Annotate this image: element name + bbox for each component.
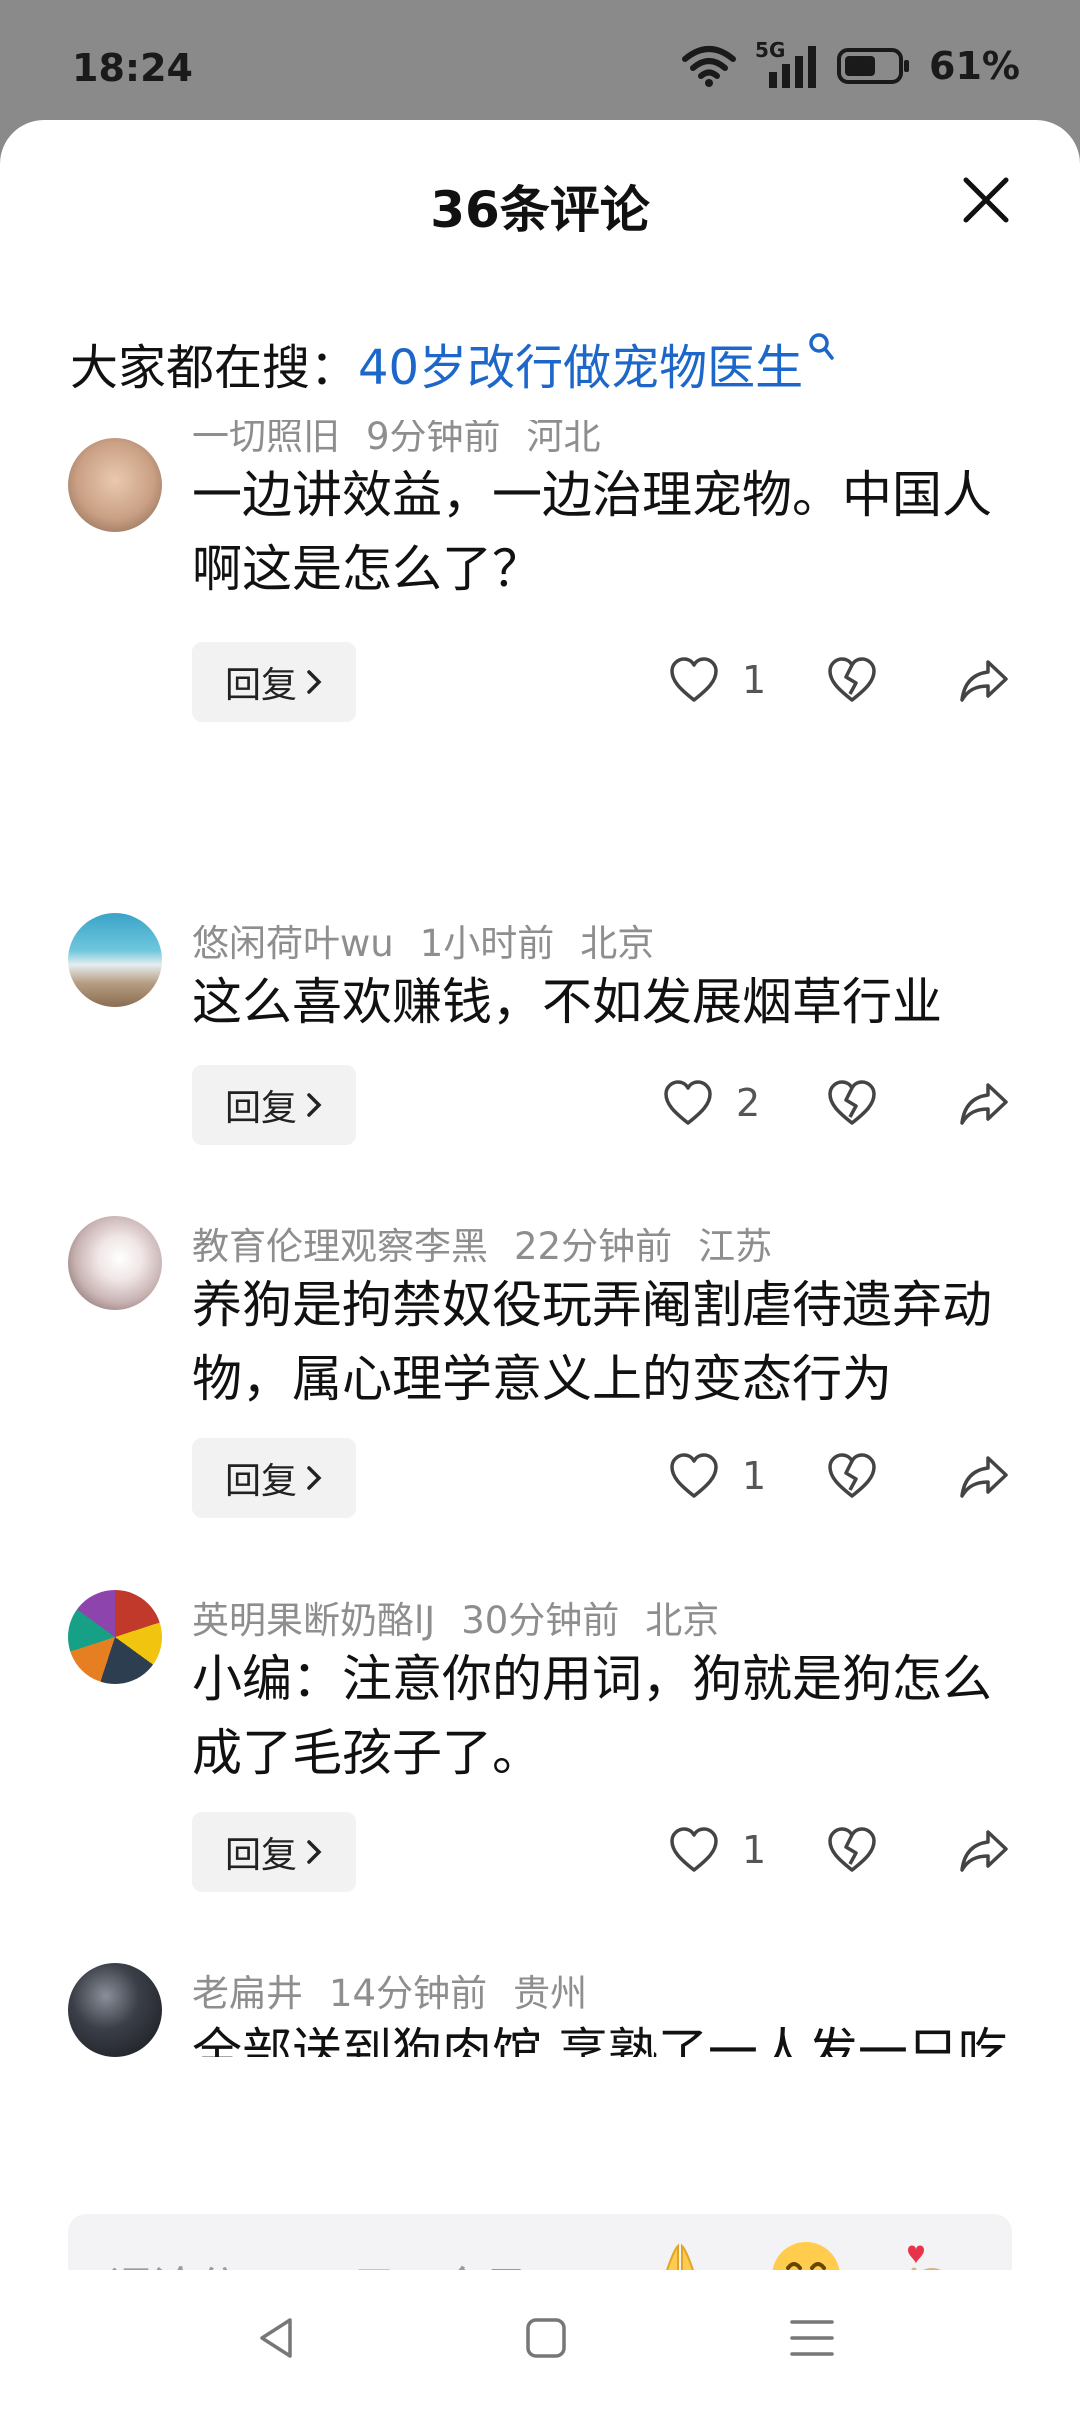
comment-text: 养狗是拘禁奴役玩弄阉割虐待遗弃动物，属心理学意义上的变态行为 bbox=[192, 1276, 992, 1408]
like-button[interactable]: 1 bbox=[668, 656, 766, 704]
comment-actions: 1 bbox=[0, 1438, 1080, 1518]
system-navigation-bar bbox=[0, 2270, 1080, 2412]
status-icons: 5G 61% bbox=[681, 38, 1020, 88]
comment-location: 河北 bbox=[526, 420, 601, 458]
broken-heart-icon[interactable] bbox=[826, 1452, 878, 1500]
back-nav-icon[interactable] bbox=[254, 2314, 298, 2362]
like-button[interactable]: 1 bbox=[668, 1452, 766, 1500]
comment-text: 全部送到狗肉馆 烹熟了一人发一只吃 bbox=[192, 2023, 1008, 2057]
comment-text: 这么喜欢赚钱，不如发展烟草行业 bbox=[192, 973, 942, 1031]
battery-percent: 61% bbox=[929, 44, 1020, 88]
comment-time: 30分钟前 bbox=[461, 1599, 620, 1642]
comment-list[interactable]: 一切照旧 9分钟前 河北 一边讲效益，一边治理宠物。中国人啊这是怎么了？ 回复 1 … bbox=[0, 420, 1080, 2057]
cellular-5g-icon: 5G bbox=[755, 38, 819, 88]
status-time: 18:24 bbox=[72, 46, 193, 90]
comment-actions: 2 bbox=[0, 1065, 1080, 1145]
avatar[interactable] bbox=[68, 1216, 162, 1310]
avatar[interactable] bbox=[68, 438, 162, 532]
share-icon[interactable] bbox=[958, 1454, 1010, 1500]
like-count: 1 bbox=[742, 658, 767, 702]
comment-time: 22分钟前 bbox=[514, 1225, 673, 1268]
like-count: 1 bbox=[742, 1828, 767, 1872]
comment-location: 贵州 bbox=[513, 1972, 588, 2015]
like-count: 1 bbox=[742, 1454, 767, 1498]
comment-username[interactable]: 一切照旧 bbox=[192, 420, 340, 458]
comment-meta: 一切照旧 9分钟前 河北 bbox=[192, 420, 627, 460]
heart-icon bbox=[670, 657, 718, 702]
close-icon[interactable] bbox=[958, 172, 1014, 228]
home-nav-icon[interactable] bbox=[524, 2314, 568, 2362]
comment-location: 江苏 bbox=[698, 1225, 773, 1268]
status-bar: 18:24 5G 61% bbox=[0, 0, 1080, 120]
comment-meta: 悠闲荷叶wu 1小时前 北京 bbox=[192, 913, 680, 967]
heart-icon bbox=[670, 1827, 718, 1872]
search-suggestion[interactable]: 大家都在搜：40岁改行做宠物医生 bbox=[70, 328, 835, 398]
comment-location: 北京 bbox=[645, 1599, 720, 1642]
comment-text: 一边讲效益，一边治理宠物。中国人啊这是怎么了？ bbox=[192, 466, 992, 598]
broken-heart-icon[interactable] bbox=[826, 1826, 878, 1874]
wifi-icon bbox=[682, 46, 737, 87]
comment-time: 9分钟前 bbox=[366, 420, 501, 458]
share-icon[interactable] bbox=[958, 1081, 1010, 1127]
broken-heart-icon[interactable] bbox=[826, 1079, 878, 1127]
comment-username[interactable]: 悠闲荷叶wu bbox=[192, 922, 394, 965]
comment-time: 14分钟前 bbox=[329, 1972, 488, 2015]
like-count: 2 bbox=[736, 1081, 761, 1125]
avatar[interactable] bbox=[68, 913, 162, 1007]
share-icon[interactable] bbox=[958, 1828, 1010, 1874]
sheet-title: 36条评论 bbox=[430, 181, 650, 239]
comments-sheet: 36条评论 大家都在搜：40岁改行做宠物医生 一切照旧 9分钟前 河北 一边讲效益，… bbox=[0, 120, 1080, 2412]
heart-icon bbox=[664, 1080, 712, 1125]
search-icon bbox=[809, 333, 834, 360]
comment-username[interactable]: 教育伦理观察李黑 bbox=[192, 1225, 488, 1268]
comment-username[interactable]: 老扁井 bbox=[192, 1972, 303, 2015]
comment-meta: 教育伦理观察李黑 22分钟前 江苏 bbox=[192, 1216, 798, 1270]
battery-icon bbox=[837, 48, 910, 84]
avatar[interactable] bbox=[68, 1590, 162, 1684]
comment-location: 北京 bbox=[580, 922, 655, 965]
comment-meta: 老扁井 14分钟前 贵州 bbox=[192, 1963, 613, 2017]
comment-time: 1小时前 bbox=[419, 922, 555, 965]
avatar[interactable] bbox=[68, 1963, 162, 2057]
search-suggestion-prefix: 大家都在搜： bbox=[70, 340, 359, 396]
comment-username[interactable]: 英明果断奶酪lJ bbox=[192, 1599, 435, 1642]
heart-icon bbox=[670, 1453, 718, 1498]
share-icon[interactable] bbox=[958, 658, 1010, 704]
menu-nav-icon[interactable] bbox=[790, 2314, 834, 2362]
comment-actions: 1 bbox=[0, 642, 1080, 722]
comment-actions: 1 bbox=[0, 1812, 1080, 1892]
like-button[interactable]: 1 bbox=[668, 1826, 766, 1874]
comment-meta: 英明果断奶酪lJ 30分钟前 北京 bbox=[192, 1590, 745, 1644]
search-suggestion-link[interactable]: 40岁改行做宠物医生 bbox=[358, 340, 803, 396]
broken-heart-icon[interactable] bbox=[826, 656, 878, 704]
like-button[interactable]: 2 bbox=[662, 1079, 760, 1127]
comment-text: 小编：注意你的用词，狗就是狗怎么成了毛孩子了。 bbox=[192, 1650, 992, 1782]
